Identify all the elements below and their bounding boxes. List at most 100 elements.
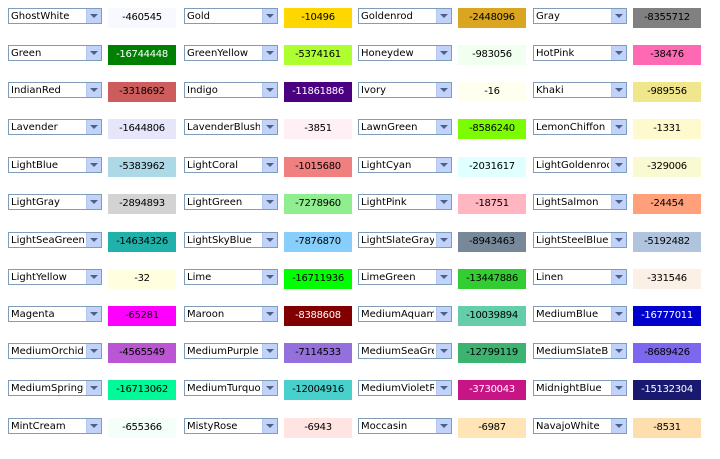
dropdown-button[interactable] [262,307,277,321]
dropdown-button[interactable] [86,9,101,23]
dropdown-button[interactable] [611,381,626,395]
color-name-combobox[interactable]: MintCream [8,418,102,434]
dropdown-button[interactable] [86,158,101,172]
dropdown-button[interactable] [86,233,101,247]
dropdown-button[interactable] [86,83,101,97]
dropdown-button[interactable] [436,307,451,321]
dropdown-button[interactable] [86,381,101,395]
color-name-combobox[interactable]: Magenta [8,306,102,322]
color-name-combobox[interactable]: Linen [533,269,627,285]
color-name-combobox[interactable]: MediumOrchid [8,343,102,359]
color-name-combobox[interactable]: MistyRose [184,418,278,434]
dropdown-button[interactable] [262,9,277,23]
dropdown-button[interactable] [262,46,277,60]
color-name-combobox[interactable]: LightCyan [358,157,452,173]
color-name-combobox[interactable]: Goldenrod [358,8,452,24]
dropdown-button[interactable] [262,344,277,358]
color-name-combobox[interactable]: MediumPurple [184,343,278,359]
color-name-combobox[interactable]: Green [8,45,102,61]
dropdown-button[interactable] [436,419,451,433]
dropdown-button[interactable] [611,9,626,23]
color-name-combobox[interactable]: Honeydew [358,45,452,61]
dropdown-button[interactable] [436,233,451,247]
dropdown-button[interactable] [436,46,451,60]
dropdown-button[interactable] [262,195,277,209]
color-name-combobox[interactable]: GreenYellow [184,45,278,61]
dropdown-button[interactable] [262,120,277,134]
color-name-text: MediumOrchid [11,346,84,357]
color-name-combobox[interactable]: MediumAquamarine [358,306,452,322]
color-name-combobox[interactable]: LemonChiffon [533,119,627,135]
color-name-combobox[interactable]: LightSalmon [533,194,627,210]
dropdown-button[interactable] [262,270,277,284]
color-name-combobox[interactable]: Khaki [533,82,627,98]
dropdown-button[interactable] [611,344,626,358]
color-name-combobox[interactable]: Ivory [358,82,452,98]
color-name-combobox[interactable]: MediumSlateBlue [533,343,627,359]
dropdown-button[interactable] [86,120,101,134]
color-name-combobox[interactable]: LawnGreen [358,119,452,135]
dropdown-button[interactable] [436,195,451,209]
color-swatch: -5374161 [284,45,352,65]
color-name-combobox[interactable]: MediumSeaGreen [358,343,452,359]
dropdown-button[interactable] [436,270,451,284]
color-name-combobox[interactable]: LightSteelBlue [533,232,627,248]
color-name-combobox[interactable]: NavajoWhite [533,418,627,434]
dropdown-button[interactable] [86,344,101,358]
dropdown-button[interactable] [611,419,626,433]
dropdown-button[interactable] [611,83,626,97]
dropdown-button[interactable] [262,419,277,433]
dropdown-button[interactable] [611,120,626,134]
color-name-combobox[interactable]: MediumBlue [533,306,627,322]
color-name-combobox[interactable]: LightGoldenrod [533,157,627,173]
dropdown-button[interactable] [436,158,451,172]
color-name-combobox[interactable]: LightGreen [184,194,278,210]
color-name-combobox[interactable]: Indigo [184,82,278,98]
dropdown-button[interactable] [86,195,101,209]
color-name-combobox[interactable]: LightPink [358,194,452,210]
dropdown-button[interactable] [611,233,626,247]
dropdown-button[interactable] [436,9,451,23]
color-name-combobox[interactable]: Gold [184,8,278,24]
dropdown-button[interactable] [262,158,277,172]
color-swatch: -38476 [633,45,701,65]
color-name-combobox[interactable]: Maroon [184,306,278,322]
color-name-combobox[interactable]: MediumSpringGreen [8,380,102,396]
dropdown-button[interactable] [436,344,451,358]
color-name-combobox[interactable]: MediumVioletRed [358,380,452,396]
color-name-combobox[interactable]: HotPink [533,45,627,61]
color-name-combobox[interactable]: LightSeaGreen [8,232,102,248]
color-name-combobox[interactable]: LightSkyBlue [184,232,278,248]
color-name-combobox[interactable]: LightBlue [8,157,102,173]
dropdown-button[interactable] [611,307,626,321]
dropdown-button[interactable] [436,83,451,97]
color-name-combobox[interactable]: LightYellow [8,269,102,285]
color-swatch: -1331 [633,119,701,139]
dropdown-button[interactable] [611,270,626,284]
dropdown-button[interactable] [86,307,101,321]
color-name-combobox[interactable]: LimeGreen [358,269,452,285]
dropdown-button[interactable] [262,381,277,395]
color-name-combobox[interactable]: Moccasin [358,418,452,434]
dropdown-button[interactable] [611,158,626,172]
color-name-combobox[interactable]: LightSlateGray [358,232,452,248]
color-name-combobox[interactable]: GhostWhite [8,8,102,24]
dropdown-button[interactable] [86,270,101,284]
dropdown-button[interactable] [436,120,451,134]
dropdown-button[interactable] [611,195,626,209]
dropdown-button[interactable] [436,381,451,395]
color-name-combobox[interactable]: Gray [533,8,627,24]
color-name-combobox[interactable]: MidnightBlue [533,380,627,396]
color-name-combobox[interactable]: LavenderBlush [184,119,278,135]
dropdown-button[interactable] [262,83,277,97]
color-name-combobox[interactable]: LightCoral [184,157,278,173]
color-name-combobox[interactable]: IndianRed [8,82,102,98]
dropdown-button[interactable] [86,419,101,433]
dropdown-button[interactable] [611,46,626,60]
color-name-combobox[interactable]: Lavender [8,119,102,135]
dropdown-button[interactable] [262,233,277,247]
dropdown-button[interactable] [86,46,101,60]
color-name-combobox[interactable]: MediumTurquoise [184,380,278,396]
color-name-combobox[interactable]: Lime [184,269,278,285]
color-name-combobox[interactable]: LightGray [8,194,102,210]
